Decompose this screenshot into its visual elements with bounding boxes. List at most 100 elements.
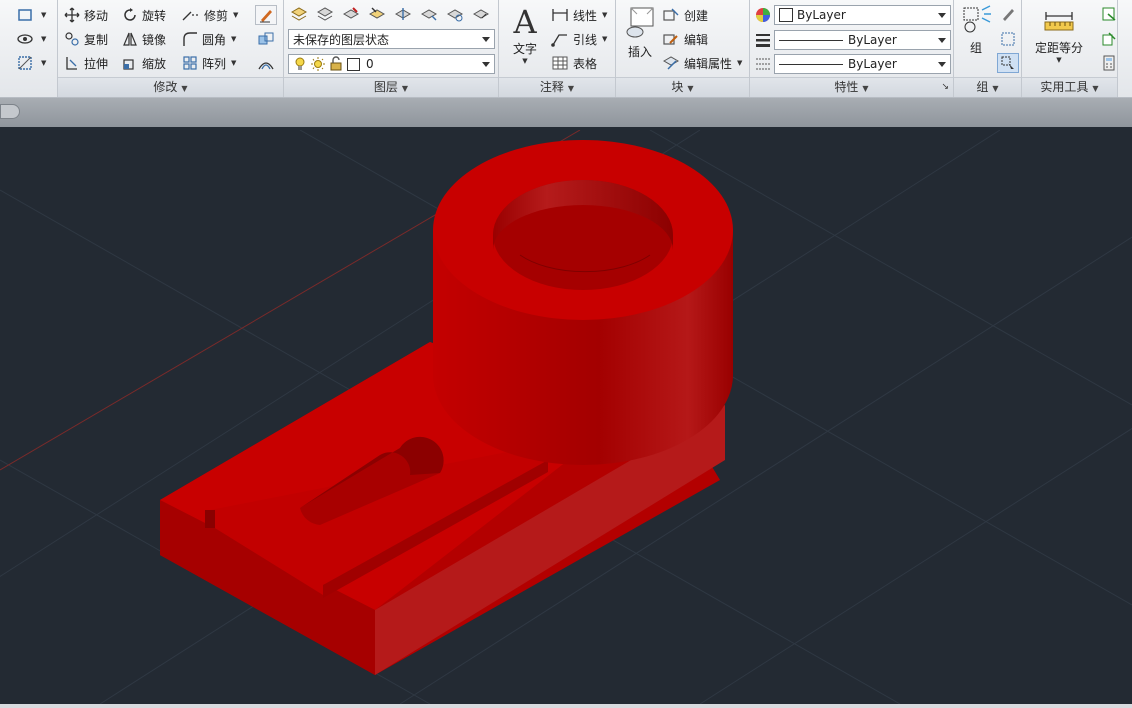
leader-button[interactable]: 引线 ▼ xyxy=(551,29,607,49)
rotate-button[interactable]: 旋转 xyxy=(122,5,166,25)
layer-tool-3[interactable] xyxy=(340,4,362,24)
layer-state-select[interactable]: 未保存的图层状态 xyxy=(288,29,495,49)
chevron-down-icon[interactable]: ▼ xyxy=(231,35,236,43)
chevron-down-icon[interactable]: ▼ xyxy=(737,59,742,67)
move-label: 移动 xyxy=(84,8,109,23)
insert-block-button[interactable]: 插入 xyxy=(620,4,660,60)
layer-tool-6[interactable] xyxy=(418,4,440,24)
linear-dimension-icon xyxy=(552,9,568,21)
chevron-down-icon[interactable]: ▼ xyxy=(602,11,607,19)
panel-title-label: 注释 xyxy=(539,80,564,94)
layer-properties-button[interactable] xyxy=(288,4,310,24)
view-tool-button[interactable] xyxy=(14,29,36,49)
layer-properties-icon xyxy=(290,7,308,21)
layer-tool-5[interactable] xyxy=(392,4,414,24)
lineweight-value: ByLayer xyxy=(848,33,897,47)
layer-color-swatch xyxy=(347,57,360,71)
panel-modify-title[interactable]: 修改 ▼ xyxy=(58,77,283,97)
table-button[interactable]: 表格 xyxy=(551,53,597,73)
clipboard-tool-2[interactable] xyxy=(1098,29,1120,49)
group-edit-icon xyxy=(1003,9,1014,21)
copy-label: 复制 xyxy=(84,32,109,47)
color-wheel-icon[interactable] xyxy=(754,6,772,24)
group-selection-toggle[interactable] xyxy=(997,53,1019,73)
erase-button[interactable] xyxy=(255,5,277,25)
lineweight-select[interactable]: ByLayer xyxy=(774,30,951,50)
table-label: 表格 xyxy=(573,56,598,71)
trim-button[interactable]: 修剪 ▼ xyxy=(182,5,238,25)
panel-annotation-title[interactable]: 注释 ▼ xyxy=(499,77,615,97)
group-label: 组 xyxy=(969,41,982,55)
chevron-down-icon xyxy=(938,62,946,67)
chevron-down-icon[interactable]: ▼ xyxy=(41,35,46,43)
panel-layers-title[interactable]: 图层 ▼ xyxy=(284,77,498,97)
layer-state-value: 未保存的图层状态 xyxy=(293,32,390,47)
trim-icon xyxy=(182,11,199,21)
move-button[interactable]: 移动 xyxy=(64,5,108,25)
measure-button[interactable]: 定距等分 ▼ xyxy=(1028,6,1090,64)
edit-label: 编辑 xyxy=(684,32,709,47)
linetype-icon[interactable] xyxy=(755,56,771,72)
clipboard-tool-1[interactable] xyxy=(1098,4,1120,24)
leader-icon xyxy=(551,34,567,47)
panel-block-title[interactable]: 块 ▼ xyxy=(616,77,749,97)
explode-button[interactable] xyxy=(255,29,277,49)
color-swatch xyxy=(779,8,793,22)
panel-title-label: 组 xyxy=(976,80,989,94)
panel-properties-title[interactable]: 特性 ▼ ↘ xyxy=(750,77,953,97)
chevron-down-icon[interactable]: ▼ xyxy=(41,59,46,67)
layer-stack-icon xyxy=(316,7,334,21)
explode-icon xyxy=(258,32,274,45)
rectangle-tool-button[interactable] xyxy=(14,5,36,25)
lineweight-icon[interactable] xyxy=(755,32,771,48)
hatch-tool-button[interactable] xyxy=(14,53,36,73)
edit-block-button[interactable]: 编辑 xyxy=(662,29,708,49)
scale-icon xyxy=(123,59,134,70)
model-canvas xyxy=(0,130,1132,704)
text-label: 文字 xyxy=(512,42,537,56)
mirror-button[interactable]: 镜像 xyxy=(122,29,166,49)
array-button[interactable]: 阵列 ▼ xyxy=(182,53,236,73)
group-button[interactable]: 组 xyxy=(958,4,994,56)
color-select[interactable]: ByLayer xyxy=(774,5,951,25)
mirror-label: 镜像 xyxy=(142,32,167,47)
drawing-viewport[interactable] xyxy=(0,130,1132,704)
chevron-down-icon xyxy=(482,62,490,67)
offset-button[interactable] xyxy=(255,53,277,73)
stretch-button[interactable]: 拉伸 xyxy=(64,53,108,73)
panel-block: 插入 创建 编辑 编辑属性 ▼ 块 ▼ xyxy=(616,0,750,97)
current-layer-value: 0 xyxy=(366,57,374,71)
text-button[interactable]: A 文字 ▼ xyxy=(505,4,545,65)
panel-modify: 移动 旋转 修剪 ▼ 复制 镜像 圆角 ▼ 拉伸 缩放 阵列 ▼ 修改 ▼ xyxy=(58,0,284,97)
panel-groups-title[interactable]: 组 ▼ xyxy=(954,77,1021,97)
scale-button[interactable]: 缩放 xyxy=(122,53,166,73)
rotate-icon xyxy=(124,8,136,21)
linear-dimension-button[interactable]: 线性 ▼ xyxy=(551,5,607,25)
chevron-down-icon[interactable]: ▼ xyxy=(1028,56,1090,64)
copy-button[interactable]: 复制 xyxy=(64,29,108,49)
layer-tool-8[interactable] xyxy=(470,4,492,24)
linetype-select[interactable]: ByLayer xyxy=(774,54,951,74)
group-tool-2[interactable] xyxy=(997,4,1019,24)
panel-title-label: 实用工具 xyxy=(1040,80,1089,94)
current-layer-select[interactable]: 0 xyxy=(288,54,495,74)
chevron-down-icon[interactable]: ▼ xyxy=(233,11,238,19)
layer-tool-2[interactable] xyxy=(314,4,336,24)
stretch-icon xyxy=(66,57,77,70)
fillet-button[interactable]: 圆角 ▼ xyxy=(182,29,236,49)
chevron-down-icon[interactable]: ▼ xyxy=(41,11,46,19)
chevron-down-icon[interactable]: ▼ xyxy=(602,35,607,43)
panel-layers: 未保存的图层状态 0 图层 ▼ xyxy=(284,0,499,97)
layer-tool-7[interactable] xyxy=(444,4,466,24)
dialog-launcher-icon[interactable]: ↘ xyxy=(941,78,949,96)
new-tab-button[interactable] xyxy=(0,104,20,119)
clipboard-tool-3[interactable] xyxy=(1098,53,1120,73)
group-tool-3[interactable] xyxy=(997,29,1019,49)
create-block-button[interactable]: 创建 xyxy=(662,5,708,25)
chevron-down-icon[interactable]: ▼ xyxy=(505,57,545,65)
edit-attributes-button[interactable]: 编辑属性 ▼ xyxy=(662,53,742,73)
layer-tool-4[interactable] xyxy=(366,4,388,24)
color-value: ByLayer xyxy=(797,8,846,22)
measure-label: 定距等分 xyxy=(1034,41,1083,55)
chevron-down-icon[interactable]: ▼ xyxy=(231,59,236,67)
